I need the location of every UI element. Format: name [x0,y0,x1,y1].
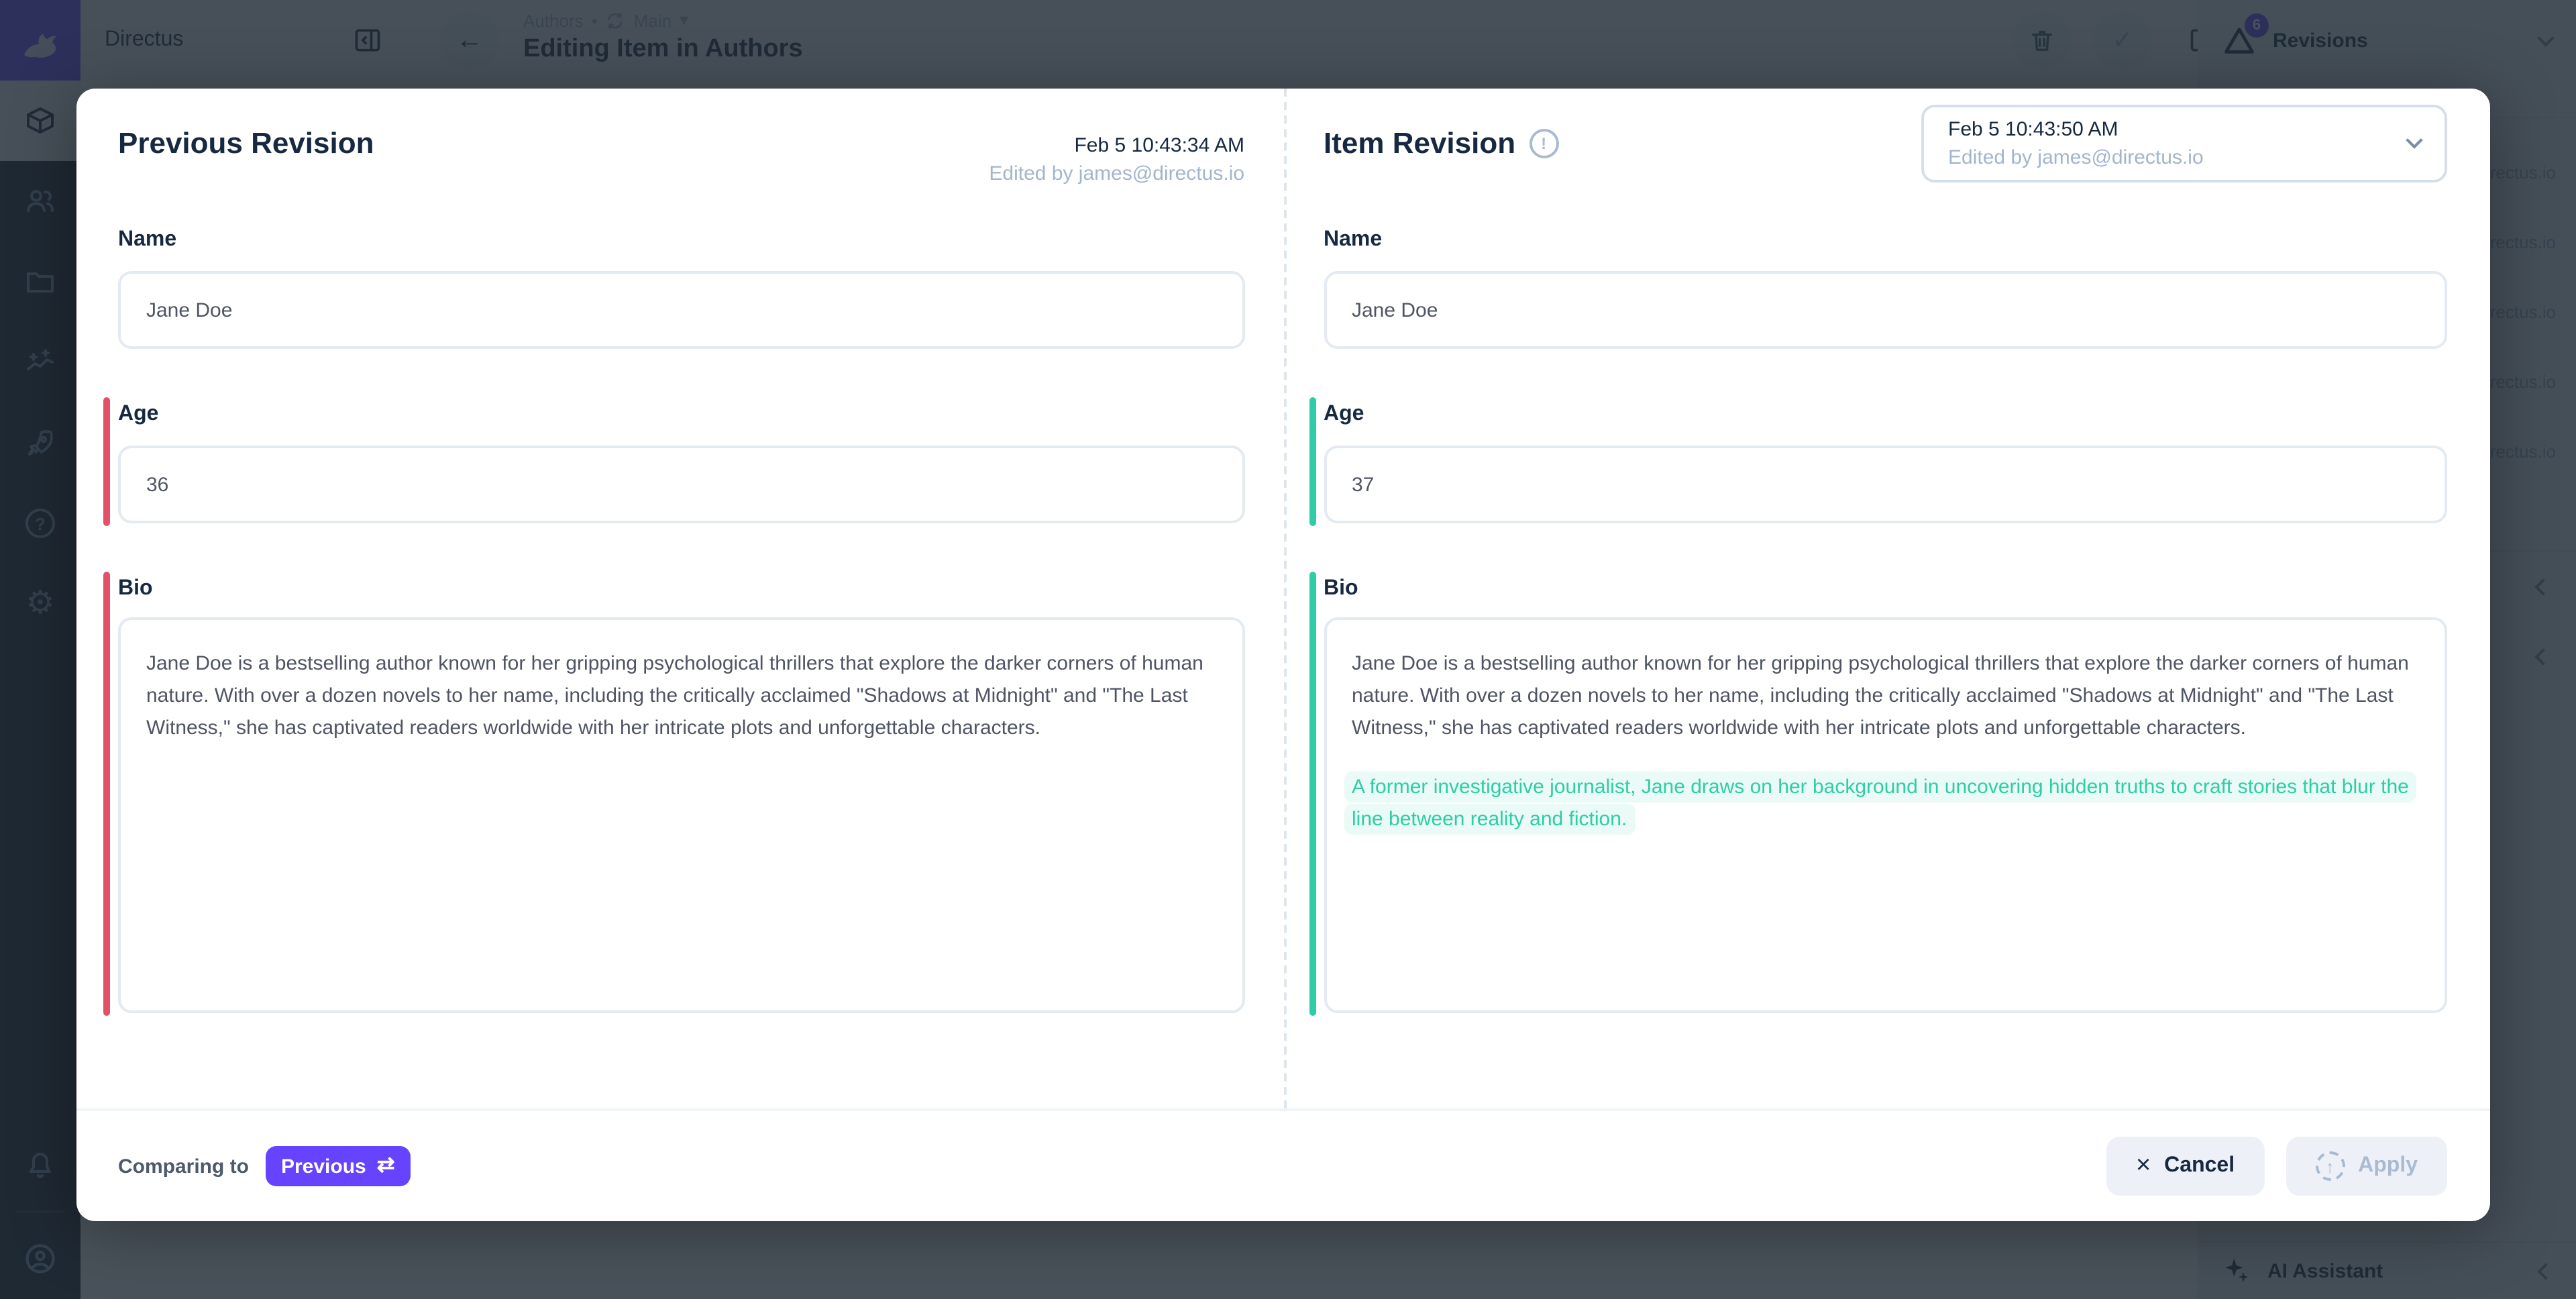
apply-label: Apply [2358,1154,2418,1178]
previous-revision-timestamp: Feb 5 10:43:34 AM [989,132,1244,160]
name-label: Name [118,228,1244,258]
selected-revision-edited-by: Edited by james@directus.io [1948,144,2385,172]
field-name-previous: Name Jane Doe [118,228,1244,349]
info-icon[interactable]: ! [1529,129,1558,158]
item-revision-title: Item Revision [1324,126,1515,161]
bio-label: Bio [1324,577,2447,607]
age-input-previous[interactable]: 36 [118,446,1244,523]
changed-indicator-added [1309,572,1316,1016]
bio-added-paragraph: A former investigative journalist, Jane … [1352,772,2419,836]
app-screen: ? ⚙ Directus ← Authors • [0,0,2576,1299]
changed-indicator-added [1309,397,1316,526]
swap-icon: ⇄ [377,1155,395,1177]
field-age-previous: Age 36 [118,403,1244,523]
cancel-label: Cancel [2164,1154,2235,1178]
compare-target-button[interactable]: Previous ⇄ [265,1146,411,1186]
apply-button[interactable]: ↑ Apply [2286,1137,2447,1196]
revision-selector-dropdown[interactable]: Feb 5 10:43:50 AM Edited by james@direct… [1921,105,2447,183]
field-bio-current: Bio Jane Doe is a bestselling author kno… [1324,577,2447,1013]
field-age-current: Age 37 [1324,403,2447,523]
bio-textarea-previous[interactable]: Jane Doe is a bestselling author known f… [118,617,1244,1013]
name-label: Name [1324,228,2447,258]
compare-target-label: Previous [281,1155,366,1178]
item-revision-panel: Item Revision ! Feb 5 10:43:50 AM Edited… [1283,89,2490,1108]
changed-indicator-removed [103,397,110,526]
age-input-current[interactable]: 37 [1324,446,2447,523]
field-bio-previous: Bio Jane Doe is a bestselling author kno… [118,577,1244,1013]
age-label: Age [118,403,1244,432]
changed-indicator-removed [103,572,110,1016]
bio-label: Bio [118,577,1244,607]
close-icon: × [2136,1151,2151,1181]
bio-paragraph: Jane Doe is a bestselling author known f… [1352,648,2419,745]
chevron-down-icon [2406,132,2422,148]
bio-textarea-current[interactable]: Jane Doe is a bestselling author known f… [1324,617,2447,1013]
field-name-current: Name Jane Doe [1324,228,2447,349]
apply-arrow-icon: ↑ [2315,1151,2345,1181]
name-input-current[interactable]: Jane Doe [1324,271,2447,349]
cancel-button[interactable]: × Cancel [2106,1137,2264,1196]
selected-revision-timestamp: Feb 5 10:43:50 AM [1948,115,2385,144]
age-label: Age [1324,403,2447,432]
previous-revision-panel: Previous Revision Feb 5 10:43:34 AM Edit… [76,89,1283,1108]
previous-revision-edited-by: Edited by james@directus.io [989,160,1244,188]
added-diff-text: A former investigative journalist, Jane … [1344,772,2417,835]
revision-compare-modal: Previous Revision Feb 5 10:43:34 AM Edit… [76,89,2490,1221]
previous-revision-title: Previous Revision [118,126,374,161]
bio-paragraph: Jane Doe is a bestselling author known f… [146,648,1216,745]
modal-footer: Comparing to Previous ⇄ × Cancel ↑ Apply [76,1108,2490,1221]
comparing-to-label: Comparing to [118,1155,249,1178]
name-input-previous[interactable]: Jane Doe [118,271,1244,349]
